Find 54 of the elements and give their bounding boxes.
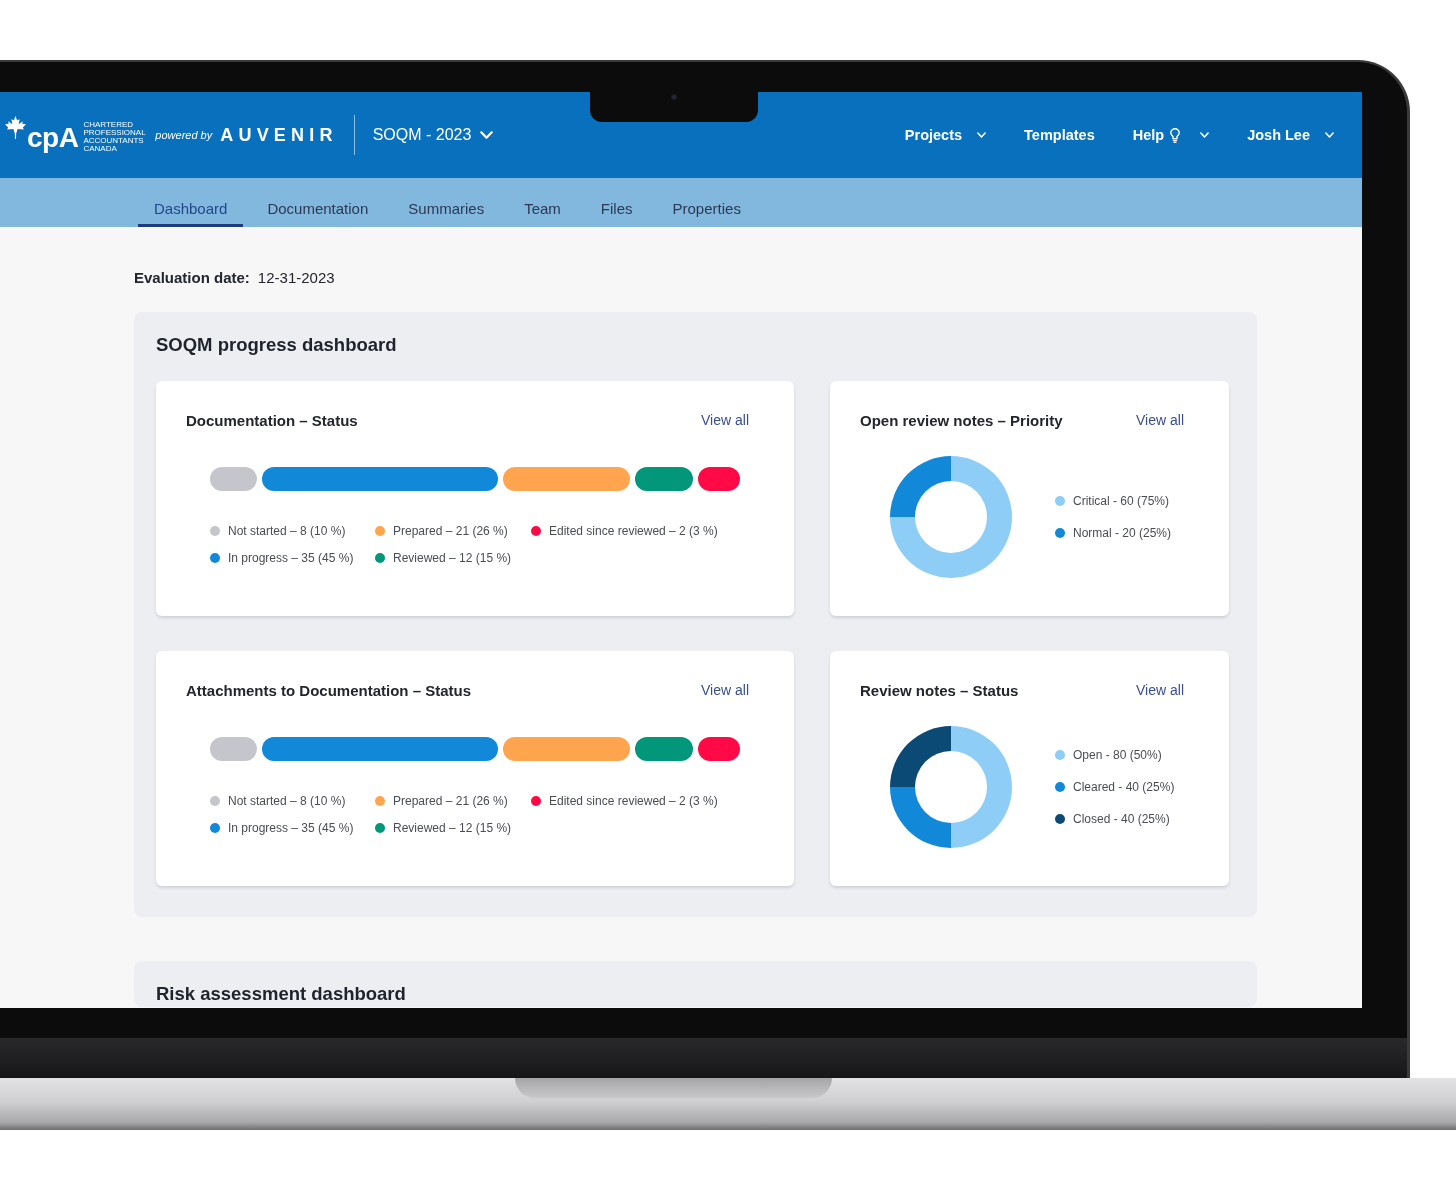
nav-tab[interactable]: Documentation [251, 178, 385, 227]
bar-segment [210, 467, 257, 491]
nav-menu-button[interactable]: Projects [904, 127, 987, 143]
evaluation-date-label: Evaluation date: [134, 268, 250, 288]
dashboard-title: Risk assessment dashboard [156, 983, 407, 1005]
nav-tab[interactable]: Properties [656, 178, 757, 227]
logo-wordmark: cpA [27, 124, 79, 152]
legend-label: Edited since reviewed – 2 (3 %) [549, 524, 718, 538]
bar-segment [635, 737, 693, 761]
nav-tab[interactable]: Team [508, 178, 577, 227]
nav-link[interactable]: Templates [1024, 127, 1095, 143]
legend-label: Reviewed – 12 (15 %) [393, 821, 512, 835]
view-all-link[interactable]: View all [701, 682, 749, 698]
dashboard-title: SOQM progress dashboard [156, 334, 398, 356]
bar-segment [210, 737, 257, 761]
bar-segment [698, 737, 740, 761]
legend-label: Cleared - 40 (25%) [1073, 779, 1175, 796]
project-selector[interactable]: SOQM - 2023 [372, 126, 494, 144]
bar-segment [635, 467, 693, 491]
card-title: Review notes – Status [860, 681, 1019, 699]
nav-tab[interactable]: Summaries [392, 178, 501, 227]
lightbulb-icon [1170, 127, 1181, 143]
legend-label: In progress – 35 (45 %) [228, 821, 354, 835]
legend-label: In progress – 35 (45 %) [228, 551, 354, 565]
chevron-down-icon [1200, 132, 1210, 138]
view-all-link[interactable]: View all [701, 412, 749, 428]
chevron-down-icon [1325, 132, 1334, 138]
card-title: Documentation – Status [186, 411, 358, 429]
legend-label: Edited since reviewed – 2 (3 %) [549, 794, 718, 808]
bar-segment [698, 467, 740, 491]
nav-tab[interactable]: Files [584, 178, 649, 227]
legend-label: Closed - 40 (25%) [1073, 811, 1170, 828]
chevron-down-icon [480, 131, 494, 139]
legend-label: Not started – 8 (10 %) [228, 794, 346, 808]
nav-menu-button[interactable]: Josh Lee [1247, 127, 1334, 143]
help-menu-button[interactable]: Help [1132, 127, 1210, 143]
chevron-down-icon [977, 132, 987, 138]
legend-label: Prepared – 21 (26 %) [393, 794, 508, 808]
legend-label: Critical - 60 (75%) [1073, 493, 1170, 510]
card-title: Open review notes – Priority [860, 411, 1063, 429]
card-title: Attachments to Documentation – Status [186, 681, 472, 699]
view-all-link[interactable]: View all [1136, 682, 1184, 698]
legend-label: Reviewed – 12 (15 %) [393, 551, 512, 565]
evaluation-date-value: 12-31-2023 [257, 268, 335, 288]
view-all-link[interactable]: View all [1136, 412, 1184, 428]
legend-label: Normal - 20 (25%) [1073, 525, 1172, 542]
legend-label: Prepared – 21 (26 %) [393, 524, 508, 538]
logo-tagline: CHARTERED PROFESSIONAL ACCOUNTANTS CANADA [83, 121, 146, 153]
legend-label: Open - 80 (50%) [1073, 747, 1162, 764]
brand-name: AUVENIR [220, 124, 338, 146]
legend-label: Not started – 8 (10 %) [228, 524, 346, 538]
nav-tab[interactable]: Dashboard [138, 178, 244, 227]
maple-leaf-icon [5, 115, 26, 139]
powered-by-label: powered by [155, 129, 213, 141]
